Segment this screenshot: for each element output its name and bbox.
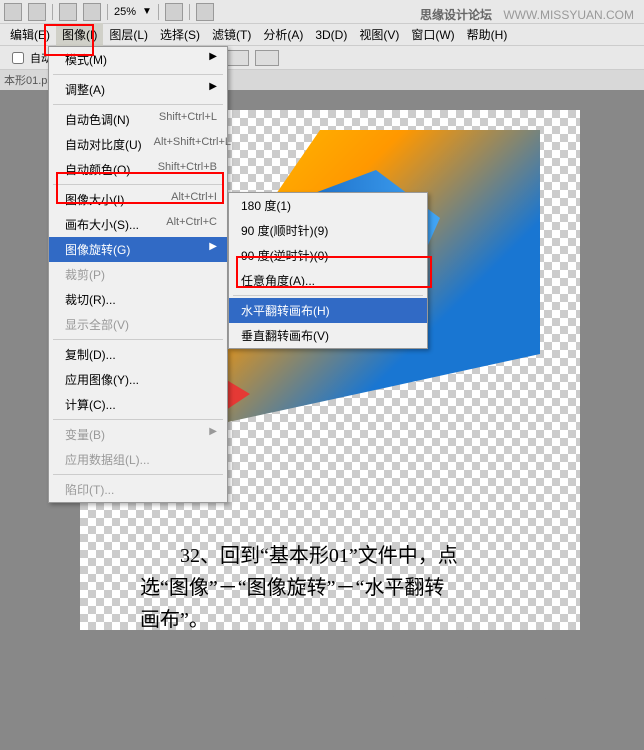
author-watermark: JANNY★STORY.POCO.CN — [345, 685, 614, 710]
menu-imagesize[interactable]: 图像大小(I)...Alt+Ctrl+I — [49, 187, 227, 212]
proof-icon[interactable] — [196, 3, 214, 21]
chevron-right-icon: ▶ — [209, 51, 217, 68]
autoselect-checkbox[interactable] — [12, 52, 24, 64]
menu-revealall: 显示全部(V) — [49, 312, 227, 337]
separator — [53, 474, 223, 475]
rotate-arbitrary[interactable]: 任意角度(A)... — [229, 268, 427, 293]
menu-filter[interactable]: 滤镜(T) — [206, 23, 257, 46]
flip-horizontal[interactable]: 水平翻转画布(H) — [229, 298, 427, 323]
chevron-right-icon: ▶ — [209, 81, 217, 98]
menu-window[interactable]: 窗口(W) — [405, 23, 460, 46]
menu-help[interactable]: 帮助(H) — [461, 23, 514, 46]
menu-select[interactable]: 选择(S) — [154, 23, 206, 46]
menu-analysis[interactable]: 分析(A) — [257, 23, 309, 46]
menu-variables[interactable]: 变量(B)▶ — [49, 422, 227, 447]
watermark-site: 思缘设计论坛 — [420, 8, 492, 22]
menu-autocontrast[interactable]: 自动对比度(U)Alt+Shift+Ctrl+L — [49, 132, 227, 157]
separator — [189, 4, 190, 20]
menu-mode[interactable]: 模式(M)▶ — [49, 47, 227, 72]
watermark-url: WWW.MISSYUAN.COM — [503, 8, 634, 22]
chevron-right-icon: ▶ — [209, 241, 217, 258]
menu-autocolor[interactable]: 自动颜色(O)Shift+Ctrl+B — [49, 157, 227, 182]
shortcut: Shift+Ctrl+L — [159, 111, 217, 128]
menu-trap: 陷印(T)... — [49, 477, 227, 502]
rotate-180[interactable]: 180 度(1) — [229, 193, 427, 218]
separator — [233, 295, 423, 296]
separator — [53, 339, 223, 340]
menu-trim[interactable]: 裁切(R)... — [49, 287, 227, 312]
extras-icon[interactable] — [83, 3, 101, 21]
watermark-top: 思缘设计论坛 WWW.MISSYUAN.COM — [420, 6, 634, 23]
align-widget[interactable] — [225, 50, 249, 66]
chevron-down-icon[interactable]: ▼ — [142, 6, 152, 17]
align-widget[interactable] — [255, 50, 279, 66]
separator — [158, 4, 159, 20]
minibridge-icon[interactable] — [28, 3, 46, 21]
menu-rotation[interactable]: 图像旋转(G)▶ — [49, 237, 227, 262]
shortcut: Alt+Ctrl+C — [166, 216, 217, 233]
separator — [52, 4, 53, 20]
menu-view[interactable]: 视图(V) — [353, 23, 405, 46]
instruction-text: 32、回到“基本形01”文件中，点选“图像”－“图像旋转”－“水平翻转画布”。 — [140, 540, 460, 636]
separator — [53, 419, 223, 420]
separator — [53, 184, 223, 185]
image-menu-dropdown: 模式(M)▶ 调整(A)▶ 自动色调(N)Shift+Ctrl+L 自动对比度(… — [48, 46, 228, 503]
shortcut: Shift+Ctrl+B — [158, 161, 217, 178]
menu-duplicate[interactable]: 复制(D)... — [49, 342, 227, 367]
bridge-icon[interactable] — [4, 3, 22, 21]
menu-autotone[interactable]: 自动色调(N)Shift+Ctrl+L — [49, 107, 227, 132]
menu-edit[interactable]: 编辑(E) — [4, 23, 56, 46]
shortcut: Alt+Shift+Ctrl+L — [154, 136, 231, 153]
menu-layer[interactable]: 图层(L) — [103, 23, 154, 46]
rotate-90ccw[interactable]: 90 度(逆时针)(0) — [229, 243, 427, 268]
zoom-level[interactable]: 25% — [114, 6, 136, 18]
menu-canvassize[interactable]: 画布大小(S)...Alt+Ctrl+C — [49, 212, 227, 237]
separator — [53, 74, 223, 75]
rotate-90cw[interactable]: 90 度(顺时针)(9) — [229, 218, 427, 243]
menubar: 编辑(E) 图像(I) 图层(L) 选择(S) 滤镜(T) 分析(A) 3D(D… — [0, 24, 644, 46]
separator — [53, 104, 223, 105]
hand-icon[interactable] — [165, 3, 183, 21]
menu-adjustments[interactable]: 调整(A)▶ — [49, 77, 227, 102]
flip-vertical[interactable]: 垂直翻转画布(V) — [229, 323, 427, 348]
menu-calculations[interactable]: 计算(C)... — [49, 392, 227, 417]
panels-icon[interactable] — [59, 3, 77, 21]
menu-crop: 裁剪(P) — [49, 262, 227, 287]
chevron-right-icon: ▶ — [209, 426, 217, 443]
rotation-submenu: 180 度(1) 90 度(顺时针)(9) 90 度(逆时针)(0) 任意角度(… — [228, 192, 428, 349]
menu-applydataset: 应用数据组(L)... — [49, 447, 227, 472]
menu-applyimage[interactable]: 应用图像(Y)... — [49, 367, 227, 392]
menu-image[interactable]: 图像(I) — [56, 23, 103, 46]
menu-3d[interactable]: 3D(D) — [309, 25, 353, 45]
separator — [107, 4, 108, 20]
shortcut: Alt+Ctrl+I — [171, 191, 217, 208]
